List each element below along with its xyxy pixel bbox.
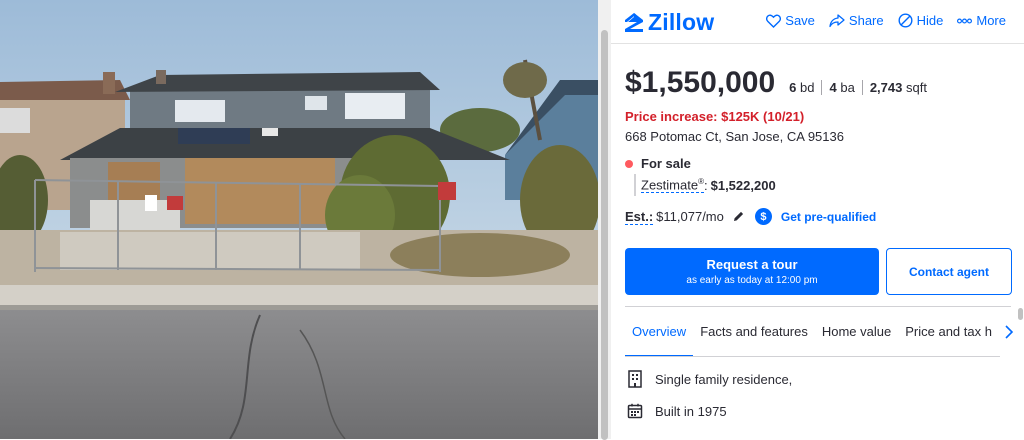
zestimate-colon: : [703, 177, 708, 193]
listing-panel: Zillow Save Share Hide More $1,550,000 6… [611, 0, 1024, 439]
overview-item-year-built: Built in 1975 [627, 403, 727, 419]
panel-scrollbar-thumb[interactable] [1018, 308, 1023, 320]
zestimate-value: $1,522,200 [710, 177, 776, 193]
tab-price-and-tax-history[interactable]: Price and tax h [898, 307, 999, 356]
beds-count: 6 [789, 80, 797, 95]
price-change-notice: Price increase: $125K (10/21) [625, 109, 805, 124]
listing-photo[interactable] [0, 0, 598, 439]
status-text: For sale [641, 156, 691, 171]
dollar-icon: $ [754, 208, 772, 225]
contact-agent-button[interactable]: Contact agent [886, 248, 1012, 295]
share-button[interactable]: Share [829, 13, 884, 28]
more-button[interactable]: More [957, 13, 1006, 28]
photo-scrollbar-thumb[interactable] [601, 30, 608, 440]
pencil-icon[interactable] [732, 210, 745, 223]
panel-scrollbar[interactable] [1016, 300, 1024, 439]
price-row: $1,550,000 6 bd 4 ba 2,743 sqft [625, 66, 934, 100]
baths-unit: ba [840, 80, 855, 95]
beds-unit: bd [800, 80, 815, 95]
get-prequalified-link[interactable]: Get pre-qualified [781, 210, 876, 224]
sqft-fact: 2,743 sqft [861, 80, 934, 95]
baths-fact: 4 ba [821, 80, 861, 95]
sqft-unit: sqft [905, 80, 927, 95]
header-actions: Save Share Hide More [766, 13, 1006, 28]
listing-address: 668 Potomac Ct, San Jose, CA 95136 [625, 129, 844, 144]
chevron-right-icon[interactable] [1001, 324, 1017, 340]
est-payment-value: $11,077/mo [656, 209, 724, 224]
listing-price: $1,550,000 [625, 66, 776, 99]
hide-icon [898, 13, 913, 28]
share-icon [829, 13, 845, 27]
tab-home-value[interactable]: Home value [815, 307, 898, 356]
heart-icon [766, 14, 782, 28]
sqft-count: 2,743 [869, 80, 903, 95]
baths-count: 4 [829, 80, 837, 95]
hide-label: Hide [916, 13, 944, 28]
save-button[interactable]: Save [766, 13, 815, 28]
listing-status: For sale [625, 156, 691, 171]
house-photo-image [0, 0, 598, 439]
hide-button[interactable]: Hide [898, 13, 944, 28]
more-label: More [976, 13, 1006, 28]
zestimate: Zestimate®: $1,522,200 [634, 174, 776, 196]
estimated-payment: Est.: $11,077/mo $ Get pre-qualified [625, 208, 876, 225]
bed-bath-facts: 6 bd 4 ba 2,743 sqft [789, 80, 934, 95]
year-built-text: Built in 1975 [655, 403, 727, 419]
status-dot-icon [625, 159, 633, 168]
request-tour-label: Request a tour [706, 257, 798, 272]
more-icon [957, 18, 973, 23]
zillow-logo-text: Zillow [648, 9, 715, 35]
est-payment-label[interactable]: Est.: [625, 209, 654, 225]
zestimate-label[interactable]: Zestimate® [641, 177, 704, 194]
share-label: Share [848, 13, 884, 28]
building-icon [628, 370, 642, 388]
request-tour-button[interactable]: Request a tour as early as today at 12:0… [625, 248, 879, 295]
zillow-logo[interactable]: Zillow [624, 9, 714, 36]
photo-scrollbar[interactable] [598, 0, 611, 440]
zillow-logo-icon [625, 12, 643, 32]
beds-fact: 6 bd [789, 80, 821, 95]
save-label: Save [785, 13, 815, 28]
tab-overview[interactable]: Overview [625, 307, 694, 356]
request-tour-sublabel: as early as today at 12:00 pm [686, 275, 818, 286]
tab-facts-and-features[interactable]: Facts and features [693, 307, 815, 356]
home-type-text: Single family residence, [655, 371, 793, 387]
panel-header: Zillow Save Share Hide More [611, 0, 1024, 44]
overview-item-home-type: Single family residence, [627, 370, 792, 388]
calendar-icon [627, 403, 643, 419]
details-tabs: Overview Facts and features Home value P… [625, 307, 1000, 357]
